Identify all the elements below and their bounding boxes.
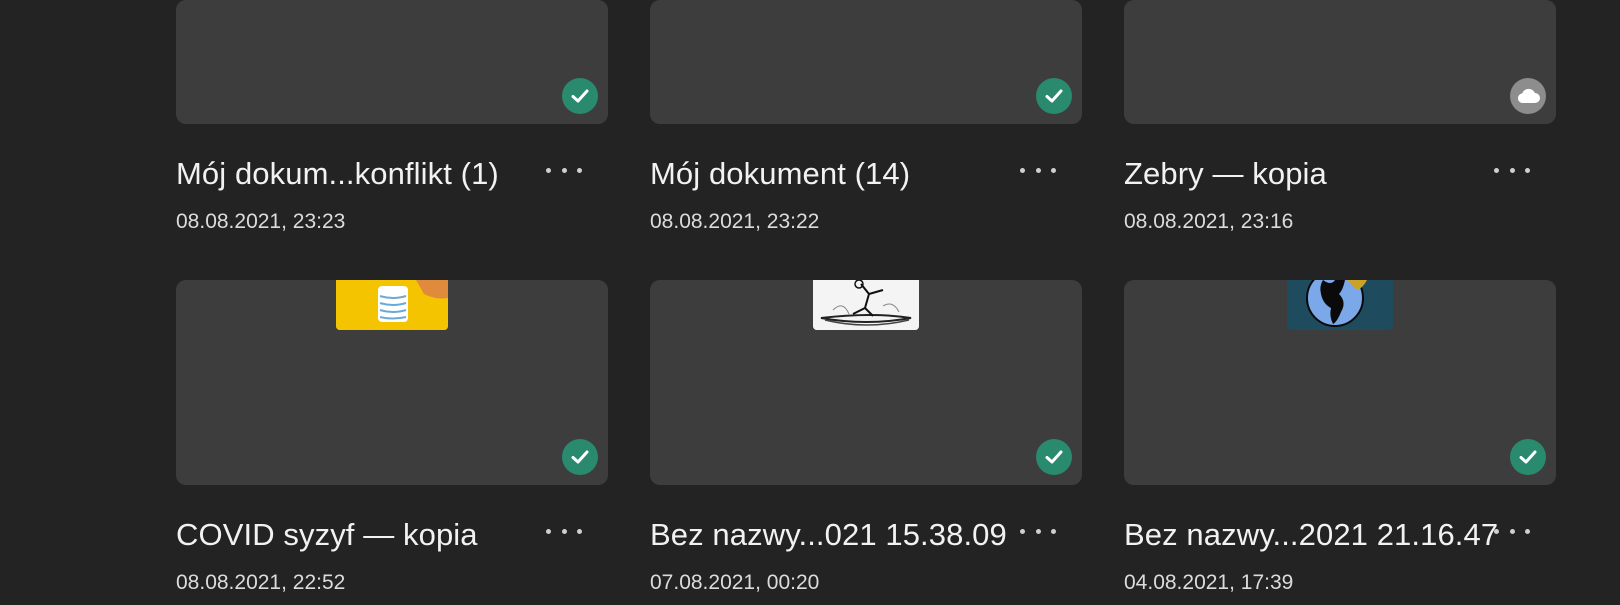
document-thumbnail[interactable] [1124, 0, 1556, 124]
document-card[interactable]: Zebry — kopia 08.08.2021, 23:16 [1124, 0, 1556, 240]
document-name: Mój dokument (14) [650, 156, 911, 191]
document-date: 08.08.2021, 22:52 [176, 571, 346, 594]
document-card[interactable]: Mój dokum...konflikt (1) 08.08.2021, 23:… [176, 0, 608, 240]
more-options-icon[interactable] [546, 158, 582, 182]
document-thumbnail[interactable] [176, 280, 608, 485]
document-date: 04.08.2021, 17:39 [1124, 571, 1294, 594]
document-card[interactable]: Mój dokument (14) 08.08.2021, 23:22 [650, 0, 1082, 240]
document-name: Bez nazwy...021 15.38.09 [650, 517, 1007, 552]
more-options-icon[interactable] [1494, 158, 1530, 182]
document-date: 08.08.2021, 23:22 [650, 210, 820, 233]
document-date: 07.08.2021, 00:20 [650, 571, 820, 594]
document-name: Zebry — kopia [1124, 156, 1327, 191]
document-name: Mój dokum...konflikt (1) [176, 156, 499, 191]
synced-status-icon [1036, 78, 1072, 114]
document-card[interactable]: COVID syzyf — kopia 08.08.2021, 22:52 [176, 280, 608, 605]
document-name: Bez nazwy...2021 21.16.47 [1124, 517, 1499, 552]
more-options-icon[interactable] [546, 519, 582, 543]
more-options-icon[interactable] [1020, 158, 1056, 182]
artwork-preview [813, 280, 919, 330]
more-options-icon[interactable] [1494, 519, 1530, 543]
synced-status-icon [1510, 439, 1546, 475]
synced-status-icon [562, 78, 598, 114]
document-card[interactable]: Bez nazwy...2021 21.16.47 04.08.2021, 17… [1124, 280, 1556, 605]
document-thumbnail[interactable] [1124, 280, 1556, 485]
cloud-status-icon [1510, 78, 1546, 114]
synced-status-icon [1036, 439, 1072, 475]
document-gallery: Mój dokum...konflikt (1) 08.08.2021, 23:… [0, 0, 1620, 605]
document-thumbnail[interactable] [650, 0, 1082, 124]
document-name: COVID syzyf — kopia [176, 517, 478, 552]
synced-status-icon [562, 439, 598, 475]
document-thumbnail[interactable] [650, 280, 1082, 485]
document-date: 08.08.2021, 23:16 [1124, 210, 1294, 233]
document-date: 08.08.2021, 23:23 [176, 210, 346, 233]
artwork-preview [336, 280, 448, 330]
document-thumbnail[interactable] [176, 0, 608, 124]
document-card[interactable]: Bez nazwy...021 15.38.09 07.08.2021, 00:… [650, 280, 1082, 605]
more-options-icon[interactable] [1020, 519, 1056, 543]
artwork-preview [1287, 280, 1393, 330]
